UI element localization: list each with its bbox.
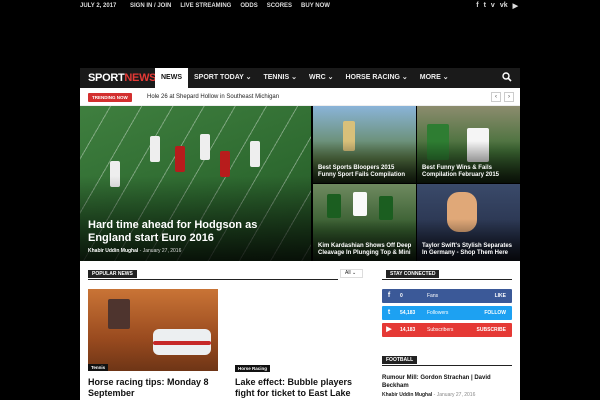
article-title[interactable]: Lake effect: Bubble players fight for ti… [235,377,365,399]
top-social-icons: f t v vk ▶ [476,2,518,10]
subscribers-label: Subscribers [427,327,454,333]
twitter-icon[interactable]: t [484,2,486,10]
stay-connected-title: STAY CONNECTED [386,270,440,278]
tile-title[interactable]: Best Funny Wins & Fails Compilation Febr… [422,165,517,179]
menu-item-horse-racing[interactable]: HORSE RACING ⌄ [340,68,414,88]
scores-link[interactable]: SCORES [267,3,292,9]
current-date: JULY 2, 2017 [80,3,117,9]
featured-title[interactable]: Hard time ahead for Hodgson as England s… [88,219,288,245]
tile-title[interactable]: Kim Kardashian Shows Off Deep Cleavage I… [318,243,413,257]
main-navigation: SPORTNEWS NEWS SPORT TODAY ⌄ TENNIS ⌄ WR… [80,68,520,88]
rider-figure [108,299,130,329]
live-streaming-link[interactable]: LIVE STREAMING [180,3,231,9]
featured-tile[interactable]: Best Funny Wins & Fails Compilation Febr… [417,106,520,183]
category-filter[interactable]: All ⌄ [340,269,363,278]
youtube-row[interactable]: ▶ 14,183 Subscribers SUBSCRIBE [382,323,512,337]
menu-item-more[interactable]: MORE ⌄ [414,68,455,88]
like-button[interactable]: LIKE [495,293,506,299]
category-tag[interactable]: Tennis [88,364,109,371]
divider [382,279,512,280]
post-date: - January 27, 2016 [433,392,476,398]
sign-in-link[interactable]: SIGN IN / JOIN [130,3,171,9]
article-title[interactable]: Horse racing tips: Monday 8 September [88,377,218,399]
subscribers-count: 14,183 [400,327,416,333]
follow-button[interactable]: FOLLOW [484,310,506,316]
followers-label: Followers [427,310,449,316]
player-figure [175,146,185,172]
featured-tile[interactable]: Taylor Swift's Stylish Separates In Germ… [417,184,520,261]
player-figure [250,141,260,167]
vimeo-icon[interactable]: v [491,2,495,10]
featured-main-article[interactable]: Hard time ahead for Hodgson as England s… [80,106,311,261]
logo-news: NEWS [124,72,157,84]
twitter-row[interactable]: t 54,183 Followers FOLLOW [382,306,512,320]
player-figure [200,134,210,160]
tile-title[interactable]: Taylor Swift's Stylish Separates In Germ… [422,243,517,257]
post-date: - January 27, 2016 [139,248,182,254]
player-figure [150,136,160,162]
trending-bar: TRENDING NOW Hole 26 at Shepard Hollow i… [80,88,520,106]
player-figure [220,151,230,177]
facebook-icon[interactable]: f [476,2,478,10]
popular-news-title: POPULAR NEWS [88,270,137,278]
followers-count: 54,183 [400,310,416,316]
chevron-right-icon[interactable]: › [504,92,514,102]
trending-arrows: ‹ › [491,92,514,102]
player-figure [353,192,367,216]
featured-tile[interactable]: Kim Kardashian Shows Off Deep Cleavage I… [313,184,416,261]
football-title: FOOTBALL [382,356,418,364]
search-icon[interactable] [502,72,512,84]
category-tag[interactable]: Horse Racing [235,365,271,372]
divider [382,365,512,366]
menu-item-sport-today[interactable]: SPORT TODAY ⌄ [188,68,257,88]
subscribe-button[interactable]: SUBSCRIBE [477,327,506,333]
top-links: SIGN IN / JOIN LIVE STREAMING ODDS SCORE… [130,3,330,9]
featured-grid: Hard time ahead for Hodgson as England s… [80,106,520,261]
top-bar: JULY 2, 2017 SIGN IN / JOIN LIVE STREAMI… [0,0,600,12]
author-name[interactable]: Khabir Uddin Mughal [88,248,138,254]
facebook-row[interactable]: f 0 Fans LIKE [382,289,512,303]
author-name[interactable]: Khabir Uddin Mughal [382,392,432,398]
divider [88,279,338,280]
facebook-icon: f [387,292,391,299]
chevron-left-icon[interactable]: ‹ [491,92,501,102]
menu-item-news[interactable]: NEWS [155,68,188,88]
football-article-title[interactable]: Rumour Mill: Gordon Strachan | David Bec… [382,374,512,390]
trending-badge: TRENDING NOW [88,93,132,102]
menu-item-tennis[interactable]: TENNIS ⌄ [257,68,302,88]
article-thumbnail[interactable]: Tennis [88,289,218,371]
youtube-icon[interactable]: ▶ [513,2,518,10]
football-article-meta: Khabir Uddin Mughal - January 27, 2016 [382,392,475,398]
youtube-icon: ▶ [386,326,392,333]
odds-link[interactable]: ODDS [240,3,257,9]
buy-now-link[interactable]: BUY NOW [301,3,330,9]
logo-sport: SPORT [88,72,125,84]
vk-icon[interactable]: vk [500,2,508,10]
content-area: POPULAR NEWS All ⌄ Tennis Horse Racing H… [80,261,520,400]
player-figure [327,194,341,218]
fans-count: 0 [400,293,403,299]
player-figure [379,196,393,220]
twitter-icon: t [387,309,391,316]
featured-tile[interactable]: Best Sports Bloopers 2015 Funny Sport Fa… [313,106,416,183]
trending-headline[interactable]: Hole 26 at Shepard Hollow in Southeast M… [147,94,279,100]
site-logo[interactable]: SPORTNEWS [88,72,157,84]
featured-meta: Khabir Uddin Mughal - January 27, 2016 [88,248,181,254]
car-stripe [153,341,211,345]
menu-item-wrc[interactable]: WRC ⌄ [303,68,340,88]
menu: NEWS SPORT TODAY ⌄ TENNIS ⌄ WRC ⌄ HORSE … [155,68,455,88]
tile-title[interactable]: Best Sports Bloopers 2015 Funny Sport Fa… [318,165,413,179]
fans-label: Fans [427,293,439,299]
